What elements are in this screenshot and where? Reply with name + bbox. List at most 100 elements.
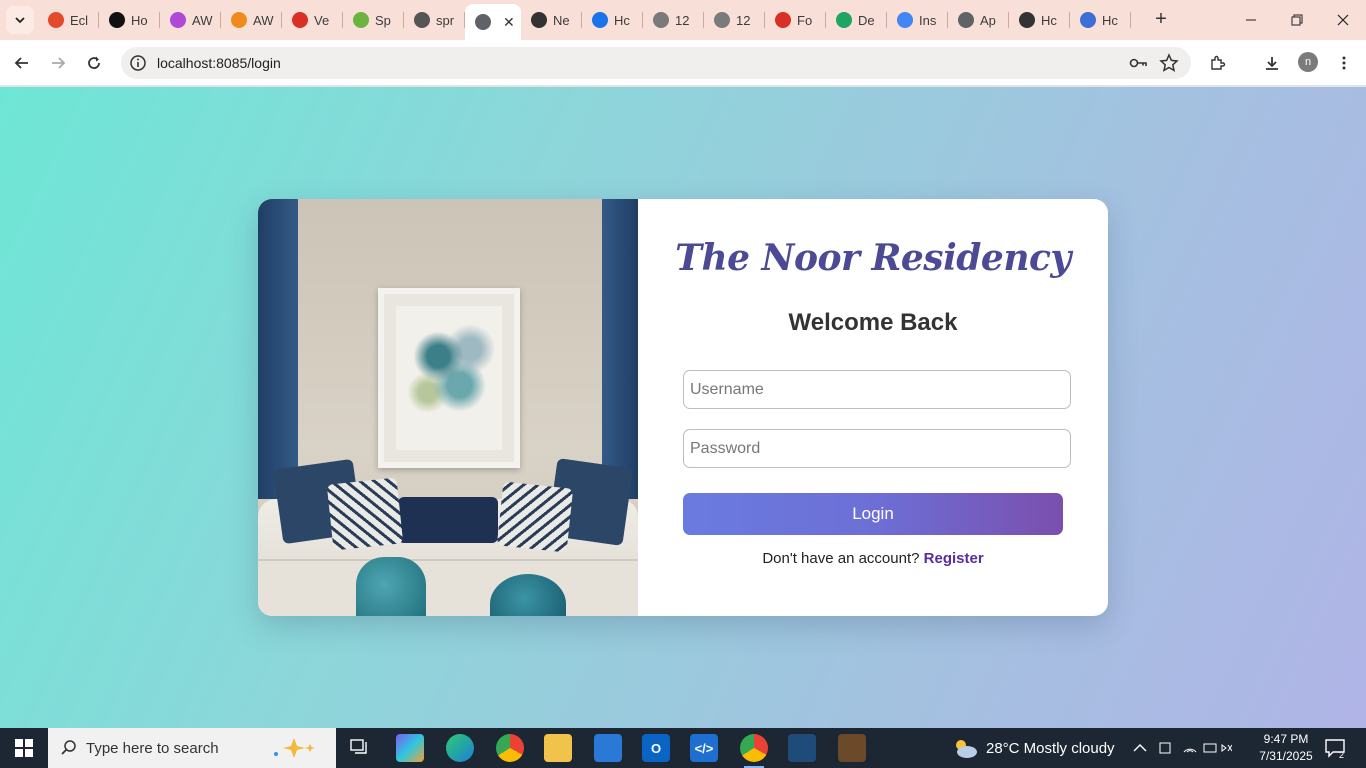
tab-favicon-icon [836,12,852,28]
puzzle-icon [1211,55,1226,70]
tab-favicon-icon [958,12,974,28]
password-key-icon[interactable] [1129,55,1147,71]
browser-tab[interactable]: Hc [1070,4,1131,36]
copilot-app-icon[interactable] [396,734,424,762]
browser-tab[interactable]: De [826,4,887,36]
edge-browser-icon[interactable] [446,734,474,762]
mysql-workbench-icon[interactable] [788,734,816,762]
reload-button[interactable] [80,49,108,77]
tab-active[interactable]: ✕ [465,4,521,40]
browser-tab[interactable]: Ecl [38,4,99,36]
tab-label: spr [436,12,455,28]
taskbar-search[interactable]: Type here to search [48,728,336,768]
browser-tab[interactable]: Hc [1009,4,1070,36]
notification-icon: 2 [1325,739,1345,760]
tab-favicon-icon [231,12,247,28]
bookmark-star-icon[interactable] [1159,53,1179,73]
page-viewport: The Noor Residency Welcome Back Login Do… [0,87,1366,728]
url-text: localhost:8085/login [157,55,281,71]
tab-close-icon[interactable]: ✕ [503,14,515,31]
username-input[interactable] [683,370,1071,409]
browser-tab[interactable]: 12 [643,4,704,36]
register-prompt: Don't have an account? [762,550,920,567]
chrome-active-window-icon[interactable] [740,734,768,768]
extensions-button[interactable] [1204,49,1232,77]
microsoft-store-icon[interactable] [594,734,622,762]
address-bar[interactable]: localhost:8085/login [121,47,1191,79]
tab-label: Hc [1041,12,1057,28]
browser-tab[interactable]: Ap [948,4,1009,36]
minimize-button[interactable] [1228,0,1274,40]
browser-tab[interactable]: 12 [704,4,765,36]
tab-list: Ecl Ho AW AW Ve Sp spr ✕ Ne Hc 12 12 Fo De Ins Ap Hc Hc [38,4,1131,40]
tab-label: Hc [614,12,630,28]
tab-label: Ins [919,12,937,28]
search-icon [61,740,76,755]
tab-search-button[interactable] [6,6,34,34]
outlook-icon[interactable]: O [642,734,670,762]
browser-tab[interactable]: Hc [582,4,643,36]
login-button[interactable]: Login [683,493,1063,535]
task-view-icon[interactable] [346,734,374,762]
windows-logo-icon [15,739,33,757]
browser-tab[interactable]: AW [221,4,282,36]
arrow-right-icon [52,57,66,69]
tab-favicon-icon [714,12,730,28]
weather-widget[interactable]: 28°C Mostly cloudy [952,728,1115,768]
info-icon[interactable] [129,54,147,72]
close-icon [1337,14,1349,26]
living-room-photo [258,199,638,616]
tab-label: AW [192,12,213,28]
tab-favicon-icon [475,14,491,30]
reload-icon [88,56,100,69]
tab-label: Ho [131,12,148,28]
tab-label: AW [253,12,274,28]
clock-time: 9:47 PM [1263,732,1309,746]
forward-button[interactable] [44,49,72,77]
browser-tab[interactable]: Ho [99,4,160,36]
browser-tab[interactable]: Ne [521,4,582,36]
kebab-menu-icon [1342,56,1346,70]
tab-favicon-icon [592,12,608,28]
tab-label: Ecl [70,12,89,28]
new-tab-button[interactable]: + [1150,8,1172,30]
tab-label: 12 [736,12,751,28]
tab-favicon-icon [414,12,430,28]
arrow-left-icon [14,57,28,69]
downloads-button[interactable] [1258,49,1286,77]
tab-favicon-icon [775,12,791,28]
profile-avatar[interactable]: n [1298,52,1318,72]
tab-favicon-icon [1019,12,1035,28]
copilot-sparkle-icon [274,738,315,758]
browser-menu-button[interactable] [1330,49,1358,77]
register-link[interactable]: Register [924,550,984,567]
browser-tab[interactable]: Ve [282,4,343,36]
close-window-button[interactable] [1320,0,1366,40]
cloudy-weather-icon [956,740,977,758]
chevron-down-icon [15,17,25,24]
restore-button[interactable] [1274,0,1320,40]
tab-label: 12 [675,12,690,28]
chrome-app-icon[interactable] [496,734,524,762]
notification-count: 2 [1339,750,1344,759]
vscode-icon[interactable]: </> [690,734,718,762]
browser-tab[interactable]: Ins [887,4,948,36]
taskbar-search-placeholder: Type here to search [86,739,219,757]
start-button[interactable] [0,728,48,768]
eclipse-ide-icon[interactable] [838,734,866,762]
browser-tab[interactable]: Sp [343,4,404,36]
browser-tab[interactable]: Fo [765,4,826,36]
back-button[interactable] [8,49,36,77]
tab-label: Ap [980,12,996,28]
system-clock[interactable]: 9:47 PM 7/31/2025 [1250,731,1322,765]
tray-icons[interactable] [1132,728,1232,768]
notification-center-button[interactable]: 2 [1324,737,1346,760]
password-input[interactable] [683,429,1071,468]
browser-tab[interactable]: spr [404,4,465,36]
tab-favicon-icon [353,12,369,28]
tab-favicon-icon [653,12,669,28]
file-explorer-icon[interactable] [544,734,572,762]
browser-toolbar: localhost:8085/login n [0,40,1366,86]
browser-tab[interactable]: AW [160,4,221,36]
tab-label: De [858,12,875,28]
